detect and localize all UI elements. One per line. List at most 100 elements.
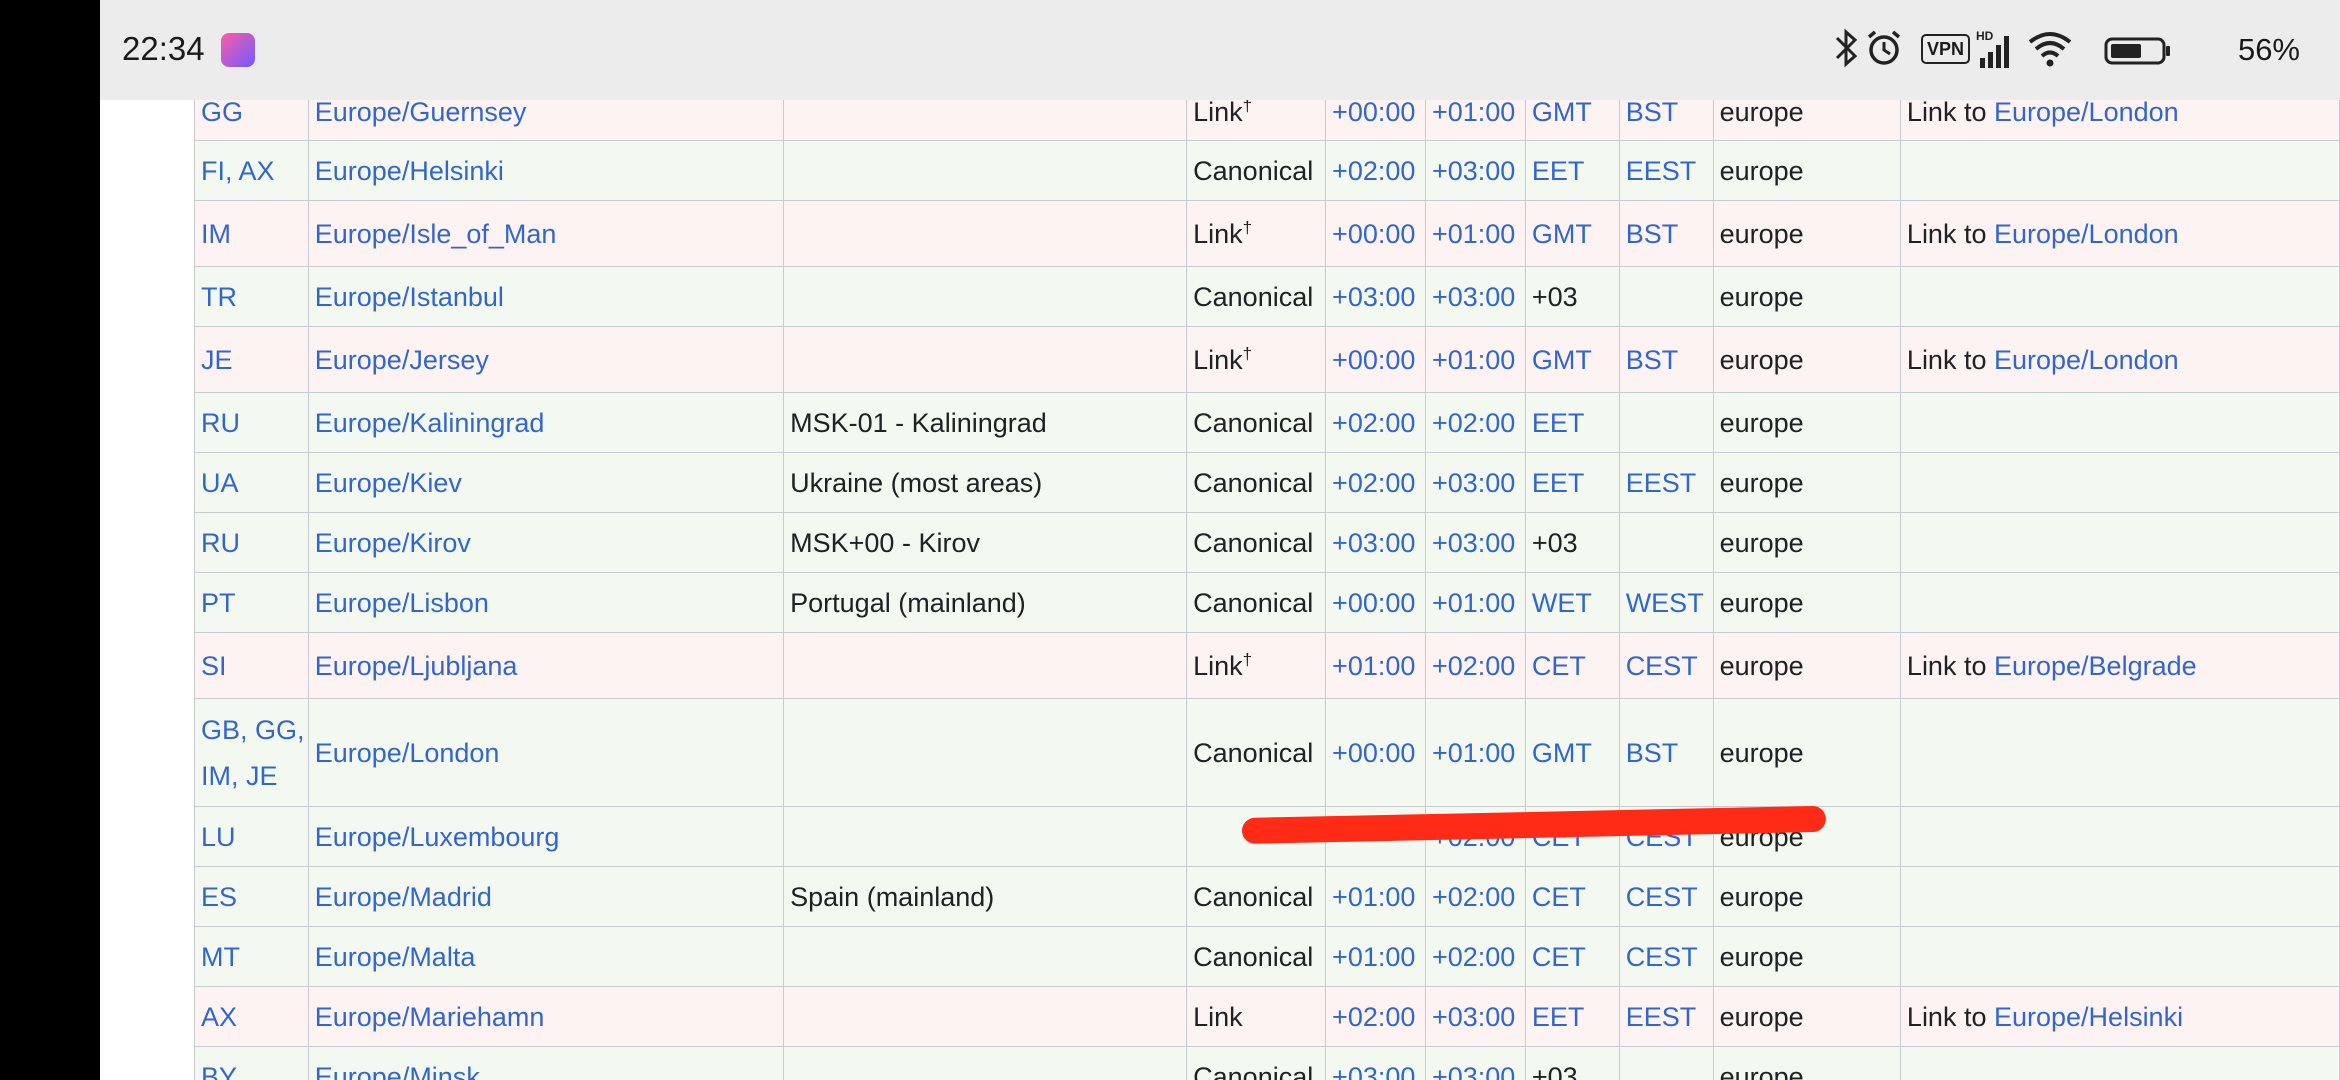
wifi-icon [2026, 28, 2074, 75]
table-row: JEEurope/JerseyLink†+00:00+01:00GMTBSTeu… [195, 327, 2340, 393]
dst-offset-link[interactable]: +03:00 [1432, 1062, 1515, 1080]
sdt-abbr-link[interactable]: EET [1532, 1002, 1585, 1032]
sdt-offset-link[interactable]: +01:00 [1332, 882, 1415, 912]
tz-name-link[interactable]: Europe/Guernsey [315, 100, 527, 127]
country-code-link[interactable]: JE [201, 345, 233, 375]
country-code-link[interactable]: LU [201, 822, 236, 852]
dst-offset-link[interactable]: +01:00 [1432, 738, 1515, 768]
country-code-link[interactable]: FI, AX [201, 156, 275, 186]
dst-offset-link[interactable]: +02:00 [1432, 882, 1515, 912]
tz-name-link[interactable]: Europe/Istanbul [315, 282, 504, 312]
tz-name-link[interactable]: Europe/Luxembourg [315, 822, 560, 852]
tz-name-link[interactable]: Europe/Madrid [315, 882, 492, 912]
tz-name-link[interactable]: Europe/Kirov [315, 528, 471, 558]
dst-offset-link[interactable]: +02:00 [1432, 942, 1515, 972]
tz-name-link[interactable]: Europe/Malta [315, 942, 476, 972]
country-code-link[interactable]: UA [201, 468, 239, 498]
country-code-link[interactable]: BY [201, 1062, 237, 1080]
source-cell: europe [1713, 453, 1900, 513]
dst-offset-link[interactable]: +01:00 [1432, 588, 1515, 618]
dst-offset-link[interactable]: +02:00 [1432, 408, 1515, 438]
dst-offset-cell: +03:00 [1425, 1047, 1525, 1080]
country-code-link[interactable]: PT [201, 588, 236, 618]
sdt-abbr-link[interactable]: CET [1532, 942, 1586, 972]
sdt-offset-link[interactable]: +03:00 [1332, 1062, 1415, 1080]
dst-abbr-link[interactable]: EEST [1626, 156, 1697, 186]
dst-abbr-link[interactable]: BST [1626, 100, 1679, 127]
dst-offset-link[interactable]: +02:00 [1432, 651, 1515, 681]
sdt-offset-link[interactable]: +02:00 [1332, 156, 1415, 186]
country-code-link[interactable]: IM [201, 219, 231, 249]
sdt-abbr-link[interactable]: CET [1532, 651, 1586, 681]
comment-cell [784, 201, 1187, 267]
sdt-abbr-link[interactable]: GMT [1532, 219, 1592, 249]
sdt-offset-link[interactable]: +00:00 [1332, 588, 1415, 618]
sdt-abbr-link[interactable]: EET [1532, 156, 1585, 186]
country-code-link[interactable]: MT [201, 942, 240, 972]
tz-name-link[interactable]: Europe/Jersey [315, 345, 489, 375]
sdt-abbr-link[interactable]: EET [1532, 468, 1585, 498]
dst-abbr-link[interactable]: CEST [1626, 651, 1698, 681]
country-code-link[interactable]: ES [201, 882, 237, 912]
tz-name-link[interactable]: Europe/Kiev [315, 468, 462, 498]
dst-offset-link[interactable]: +01:00 [1432, 219, 1515, 249]
sdt-offset-link[interactable]: +00:00 [1332, 219, 1415, 249]
dst-abbr-link[interactable]: BST [1626, 345, 1679, 375]
notes-link[interactable]: Europe/London [1994, 219, 2179, 249]
country-code-link[interactable]: AX [201, 1002, 237, 1032]
sdt-offset-link[interactable]: +02:00 [1332, 408, 1415, 438]
notes-cell [1900, 513, 2339, 573]
sdt-offset-link[interactable]: +02:00 [1332, 1002, 1415, 1032]
tz-name-link[interactable]: Europe/London [315, 738, 500, 768]
dst-offset-link[interactable]: +03:00 [1432, 528, 1515, 558]
dst-abbr-link[interactable]: CEST [1626, 882, 1698, 912]
country-code-link[interactable]: GB, GG, IM, JE [201, 715, 305, 791]
tz-name-link[interactable]: Europe/Mariehamn [315, 1002, 545, 1032]
tz-name-link[interactable]: Europe/Minsk [315, 1062, 480, 1080]
country-code-link[interactable]: RU [201, 528, 240, 558]
sdt-offset-link[interactable]: +00:00 [1332, 345, 1415, 375]
sdt-abbr-link[interactable]: GMT [1532, 100, 1592, 127]
dst-abbr-link[interactable]: BST [1626, 219, 1679, 249]
dst-abbr-link[interactable]: WEST [1626, 588, 1704, 618]
tz-name-link[interactable]: Europe/Helsinki [315, 156, 504, 186]
country-code-cell: SI [195, 633, 309, 699]
sdt-offset-link[interactable]: +00:00 [1332, 100, 1415, 127]
dst-abbr-link[interactable]: BST [1626, 738, 1679, 768]
notes-link[interactable]: Europe/London [1994, 345, 2179, 375]
notes-link[interactable]: Europe/London [1994, 100, 2179, 127]
dst-offset-link[interactable]: +03:00 [1432, 1002, 1515, 1032]
country-code-link[interactable]: TR [201, 282, 237, 312]
dst-offset-link[interactable]: +01:00 [1432, 345, 1515, 375]
dst-abbr-link[interactable]: CEST [1626, 942, 1698, 972]
country-code-link[interactable]: SI [201, 651, 227, 681]
dst-offset-link[interactable]: +03:00 [1432, 468, 1515, 498]
sdt-abbr-link[interactable]: GMT [1532, 738, 1592, 768]
dst-offset-cell: +03:00 [1425, 987, 1525, 1047]
dst-abbr-link[interactable]: EEST [1626, 468, 1697, 498]
tz-name-link[interactable]: Europe/Ljubljana [315, 651, 518, 681]
sdt-offset-link[interactable]: +03:00 [1332, 282, 1415, 312]
dst-offset-link[interactable]: +03:00 [1432, 282, 1515, 312]
sdt-offset-link[interactable]: +02:00 [1332, 468, 1415, 498]
sdt-offset-link[interactable]: +01:00 [1332, 942, 1415, 972]
sdt-abbr-link[interactable]: CET [1532, 882, 1586, 912]
sdt-offset-link[interactable]: +01:00 [1332, 651, 1415, 681]
tz-name-link[interactable]: Europe/Kaliningrad [315, 408, 545, 438]
tz-name-link[interactable]: Europe/Isle_of_Man [315, 219, 557, 249]
sdt-abbr-link[interactable]: WET [1532, 588, 1592, 618]
notes-link[interactable]: Europe/Belgrade [1994, 651, 2197, 681]
dst-offset-link[interactable]: +01:00 [1432, 100, 1515, 127]
sdt-abbr-cell: WET [1525, 573, 1619, 633]
country-code-link[interactable]: RU [201, 408, 240, 438]
sdt-abbr-link[interactable]: GMT [1532, 345, 1592, 375]
country-code-link[interactable]: GG [201, 100, 243, 127]
sdt-offset-link[interactable]: +00:00 [1332, 738, 1415, 768]
notes-link[interactable]: Europe/Helsinki [1994, 1002, 2183, 1032]
dst-abbr-link[interactable]: EEST [1626, 1002, 1697, 1032]
sdt-abbr-link[interactable]: EET [1532, 408, 1585, 438]
dst-offset-link[interactable]: +03:00 [1432, 156, 1515, 186]
country-code-cell: GG [195, 100, 309, 141]
tz-name-link[interactable]: Europe/Lisbon [315, 588, 489, 618]
sdt-offset-link[interactable]: +03:00 [1332, 528, 1415, 558]
